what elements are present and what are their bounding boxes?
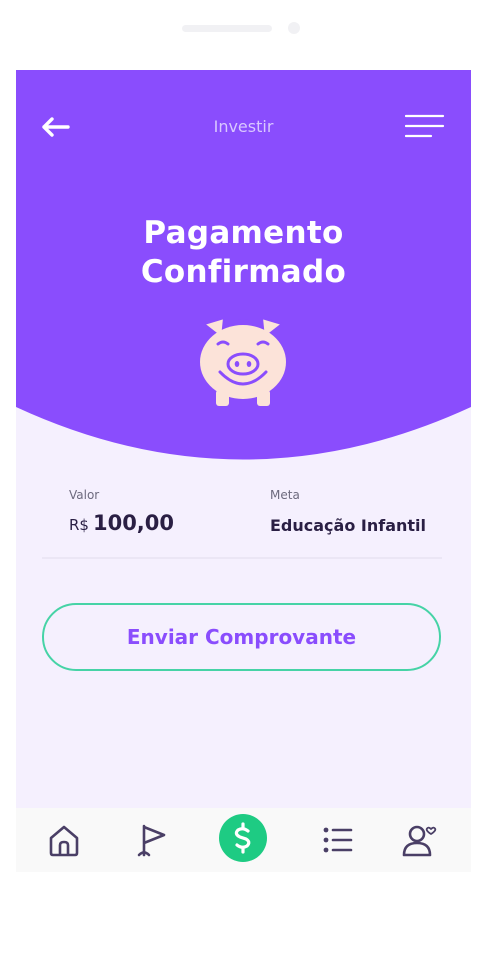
list-icon[interactable] [318,820,358,860]
menu-icon[interactable] [405,113,445,139]
send-receipt-button[interactable]: Enviar Comprovante [42,603,441,671]
piggy-bank-icon [200,316,286,406]
valor-label: Valor [69,488,100,502]
bottom-nav [16,808,471,872]
flag-icon[interactable] [133,820,173,860]
app-screen: Investir Pagamento Confirmado Valor R$ 1… [16,70,471,872]
meta-value: Educação Infantil [270,516,427,535]
device-speaker [182,25,272,32]
profile-heart-icon[interactable] [399,820,439,860]
page-title-line2: Confirmado [140,254,347,290]
valor-amount: 100,00 [92,511,175,535]
page-title-line1: Pagamento [143,215,344,251]
home-icon[interactable] [44,820,84,860]
meta-label: Meta [270,488,300,502]
device-camera [288,22,300,34]
valor-currency: R$ [69,516,89,534]
valor-amount-row: R$ 100,00 [69,511,174,535]
summary-divider [42,557,442,559]
page-title: Pagamento Confirmado [16,214,471,292]
hero-header: Investir Pagamento Confirmado [16,70,471,460]
dollar-icon[interactable] [219,814,267,862]
header-title: Investir [213,117,274,136]
